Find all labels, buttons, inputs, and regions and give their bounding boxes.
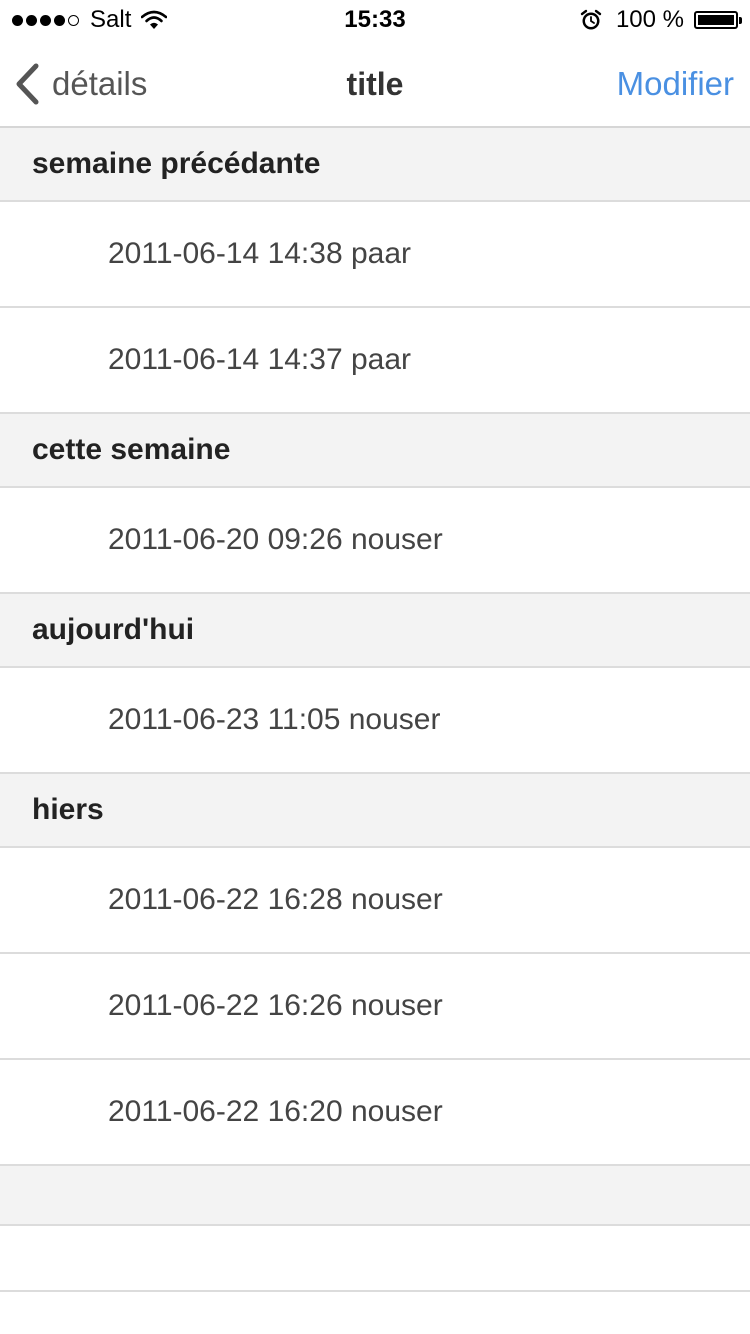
empty-row: [0, 1226, 750, 1292]
battery-fill: [698, 15, 734, 25]
list-item[interactable]: 2011-06-22 16:20 nouser: [0, 1060, 750, 1166]
list-item[interactable]: 2011-06-22 16:28 nouser: [0, 848, 750, 954]
battery-nub: [739, 17, 742, 24]
navigation-bar: détails title Modifier: [0, 40, 750, 128]
section-header: aujourd'hui: [0, 594, 750, 668]
list-item[interactable]: 2011-06-23 11:05 nouser: [0, 668, 750, 774]
chevron-left-icon: [16, 63, 39, 105]
status-bar: Salt 15:33 100 %: [0, 0, 750, 40]
alarm-icon: [580, 9, 602, 30]
back-label: détails: [52, 65, 148, 102]
section-header: cette semaine: [0, 414, 750, 488]
edit-button[interactable]: Modifier: [617, 40, 734, 128]
battery-percent: 100 %: [615, 6, 684, 33]
back-button[interactable]: détails: [14, 40, 147, 128]
history-list: semaine précédante 2011-06-14 14:38 paar…: [0, 128, 750, 1292]
status-right: 100 %: [580, 6, 742, 34]
screen: Salt 15:33 100 % détails title Modifier …: [0, 0, 750, 1334]
list-item[interactable]: 2011-06-14 14:37 paar: [0, 308, 750, 414]
battery-icon: [694, 11, 742, 29]
section-footer: [0, 1166, 750, 1226]
section-header: hiers: [0, 774, 750, 848]
list-item[interactable]: 2011-06-14 14:38 paar: [0, 202, 750, 308]
list-item[interactable]: 2011-06-22 16:26 nouser: [0, 954, 750, 1060]
list-item[interactable]: 2011-06-20 09:26 nouser: [0, 488, 750, 594]
section-header: semaine précédante: [0, 128, 750, 202]
